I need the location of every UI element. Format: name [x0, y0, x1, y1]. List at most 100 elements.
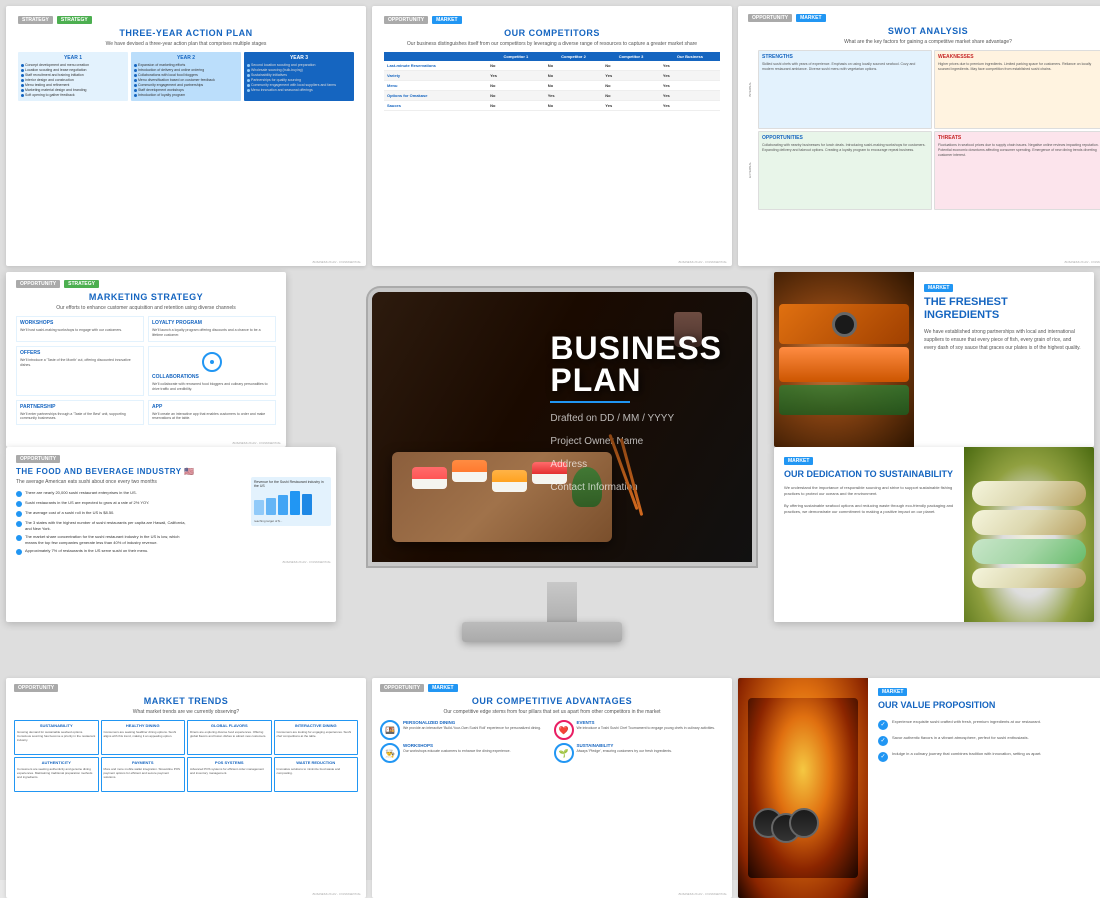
bp-title-line2: PLAN — [550, 364, 722, 396]
value-tag-row: MARKET — [878, 688, 1100, 696]
trends-payments-text: More and more mobile wallet integration.… — [104, 767, 183, 780]
year-2-label: YEAR 2 — [134, 55, 238, 61]
sustainability-title: SUSTAINABILITY — [577, 743, 725, 748]
slide-competitive-advantages: OPPORTUNITY MARKET OUR COMPETITIVE ADVAN… — [372, 678, 732, 898]
bullet: Introduction of loyalty program — [134, 93, 238, 97]
trends-interactive-text: Consumers are looking for engaging exper… — [277, 730, 356, 738]
value-tag: MARKET — [878, 688, 907, 696]
bullet: Introduction of delivery and online orde… — [134, 68, 238, 72]
value-title: OUR VALUE PROPOSITION — [878, 700, 1100, 711]
table-row: Menu No No No Yes — [384, 81, 720, 91]
us-val: Yes — [660, 91, 720, 101]
value-content: MARKET OUR VALUE PROPOSITION ✓ Experienc… — [868, 678, 1100, 898]
swot-external-label: EXTERNAL — [748, 162, 756, 178]
comp-header-us: Our Business — [660, 52, 720, 61]
trends-healthy-title: HEALTHY DINING — [104, 723, 183, 728]
swot-threats-title: THREATS — [938, 135, 1100, 141]
bp-project: Project Owner Name — [550, 434, 722, 449]
trends-title: MARKET TRENDS — [14, 696, 358, 706]
bullet: Partnerships for quality sourcing — [247, 78, 351, 82]
bp-title-line1: BUSINESS — [550, 332, 722, 364]
slide-footer-swot: BUSINESS PLAN - CONFIDENTIAL — [1064, 260, 1100, 264]
us-val: Yes — [660, 61, 720, 71]
trends-tag-row: OPPORTUNITY — [14, 684, 358, 692]
swot-q1: What are the key factors for gaining a c… — [748, 39, 1100, 45]
bullet: Sustainability initiatives — [247, 73, 351, 77]
c2-val: No — [545, 71, 603, 81]
c3-val: Yes — [602, 71, 660, 81]
comp-adv-subtitle: Our competitive edge stems from four pil… — [380, 709, 724, 715]
comp-adv-cell-sustainability: 🌱 SUSTAINABILITY Always 'Pledge', ensuri… — [554, 743, 725, 763]
c2-val: No — [545, 61, 603, 71]
value-item-3: ✓ Indulge in a culinary journey that com… — [878, 751, 1100, 762]
swot-strengths-title: STRENGTHS — [762, 54, 928, 60]
bullet: Collaborations with local food bloggers — [134, 73, 238, 77]
trends-cell-sustainability: SUSTAINABILITY Growing demand for sustai… — [14, 720, 99, 755]
events-text: EVENTS We introduce a Toshi Sushi Chef T… — [577, 720, 725, 731]
action-plan-years: YEAR 1 Concept development and menu crea… — [18, 52, 354, 101]
comp-tag-market: MARKET — [432, 16, 461, 24]
swot-opportunities: OPPORTUNITIES Collaborating with nearby … — [758, 131, 932, 210]
trends-sustainability-title: SUSTAINABILITY — [17, 723, 96, 728]
c1-val: No — [487, 81, 545, 91]
swot-tag-opp: OPPORTUNITY — [748, 14, 792, 22]
business-plan-text-overlay: BUSINESS PLAN Drafted on DD / MM / YYYY … — [550, 332, 722, 495]
sushi-piece-3 — [492, 470, 527, 492]
us-val: Yes — [660, 81, 720, 91]
row-label: Variety — [384, 71, 487, 81]
swot-strengths: STRENGTHS Skilled sushi chefs with years… — [758, 50, 932, 129]
slide-action-plan: STRATEGY STRATEGY THREE-YEAR ACTION PLAN… — [6, 6, 366, 266]
trends-interactive-title: INTERACTIVE DINING — [277, 723, 356, 728]
bullet: Menu innovation and seasonal offerings — [247, 88, 351, 92]
year-3-label: YEAR 3 — [247, 55, 351, 61]
year-3-col: YEAR 3 Second location scouting and prep… — [244, 52, 354, 101]
value-item-2: ✓ Savor authentic flavors in a vibrant a… — [878, 735, 1100, 746]
row-label: Options for Omakase — [384, 91, 487, 101]
workshops-icon: 👨‍🍳 — [380, 743, 400, 763]
bullet: Interior design and construction — [21, 78, 125, 82]
value-item-3-text: Indulge in a culinary journey that combi… — [892, 751, 1041, 757]
comp-header-2: Competitor 2 — [545, 52, 603, 61]
bullet: Staff recruitment and training initiatio… — [21, 73, 125, 77]
comp-adv-tag-opp: OPPORTUNITY — [380, 684, 424, 692]
swot-weaknesses-text: Higher prices due to premium ingredients… — [938, 62, 1100, 72]
trends-waste-title: WASTE REDUCTION — [277, 760, 356, 765]
c1-val: No — [487, 91, 545, 101]
bullet: Marketing material design and branding — [21, 88, 125, 92]
swot-tag-row: OPPORTUNITY MARKET — [748, 14, 1100, 22]
us-val: Yes — [660, 101, 720, 111]
trends-payments-title: PAYMENTS — [104, 760, 183, 765]
value-check-2: ✓ — [878, 736, 888, 746]
trends-grid: SUSTAINABILITY Growing demand for sustai… — [14, 720, 358, 792]
value-check-1: ✓ — [878, 720, 888, 730]
monitor-wrapper: BUSINESS PLAN Drafted on DD / MM / YYYY … — [352, 292, 772, 652]
workshops-title: WORKSHOPS — [403, 743, 551, 748]
sushi-piece-1 — [412, 467, 447, 489]
trends-subtitle: What market trends are we currently obse… — [14, 709, 358, 715]
slide-footer-action-plan: BUSINESS PLAN - CONFIDENTIAL — [312, 260, 361, 264]
c3-val: No — [602, 91, 660, 101]
bullet: Second location scouting and preparation — [247, 63, 351, 67]
c3-val: No — [602, 61, 660, 71]
comp-adv-grid: 🍱 PERSONALIZED DINING We provide an inte… — [380, 720, 724, 763]
trends-cell-healthy: HEALTHY DINING Consumers are seeking hea… — [101, 720, 186, 755]
sustainability-desc: Always 'Pledge', ensuring customers try … — [577, 749, 725, 754]
swot-opportunities-title: OPPORTUNITIES — [762, 135, 928, 141]
swot-threats-text: Fluctuations in seafood prices due to su… — [938, 143, 1100, 158]
table-row: Options for Omakase No Yes No Yes — [384, 91, 720, 101]
bullet: Wholesale sourcing (bulk-buying) — [247, 68, 351, 72]
trends-cell-global: GLOBAL FLAVORS Diners are exploring dive… — [187, 720, 272, 755]
comp-tag-opp: OPPORTUNITY — [384, 16, 428, 24]
monitor-section: BUSINESS PLAN Drafted on DD / MM / YYYY … — [6, 272, 1100, 672]
action-plan-subtitle: We have devised a three-year action plan… — [18, 41, 354, 47]
slide-value-proposition: MARKET OUR VALUE PROPOSITION ✓ Experienc… — [738, 678, 1100, 898]
table-row: Variety Yes No Yes Yes — [384, 71, 720, 81]
trends-tag: OPPORTUNITY — [14, 684, 58, 692]
swot-internal-label: INTERNAL — [748, 82, 756, 97]
workshops-text: WORKSHOPS Our workshops educate customer… — [403, 743, 551, 754]
trends-sustainability-text: Growing demand for sustainable seafood o… — [17, 730, 96, 743]
trends-healthy-text: Consumers are seeking healthier dining o… — [104, 730, 183, 738]
comp-adv-tag-row: OPPORTUNITY MARKET — [380, 684, 724, 692]
value-image-bg — [738, 678, 868, 898]
row-label: Sauces — [384, 101, 487, 111]
